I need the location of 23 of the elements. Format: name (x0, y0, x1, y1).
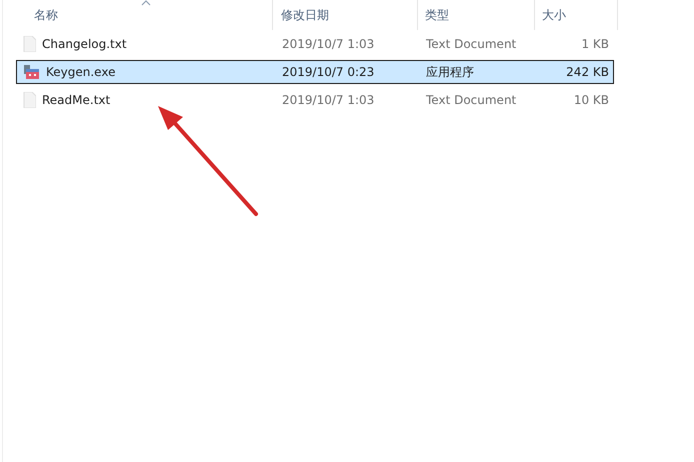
file-size: 242 KB (565, 65, 610, 79)
file-row[interactable]: Keygen.exe 2019/10/7 0:23 应用程序 242 KB (16, 60, 614, 84)
sort-caret-icon (141, 0, 151, 6)
modified-date: 2019/10/7 0:23 (281, 65, 376, 79)
file-size: 1 KB (580, 37, 610, 51)
column-header[interactable]: 类型 (418, 0, 535, 30)
file-type: Text Document (425, 37, 518, 51)
file-type: 应用程序 (425, 64, 475, 80)
file-name: ReadMe.txt (42, 93, 110, 107)
file-row[interactable]: ReadMe.txt 2019/10/7 1:03 Text Document 10 KB (16, 88, 614, 112)
modified-date: 2019/10/7 1:03 (281, 37, 376, 51)
file-name: Changelog.txt (42, 37, 127, 51)
column-header[interactable]: 名称 (16, 0, 273, 30)
file-size: 10 KB (572, 93, 610, 107)
column-header[interactable]: 修改日期 (273, 0, 418, 30)
document-icon (23, 36, 36, 52)
file-row[interactable]: Changelog.txt 2019/10/7 1:03 Text Document 1 KB (16, 32, 614, 56)
column-header[interactable]: 大小 (535, 0, 618, 30)
document-icon (23, 92, 36, 108)
app-icon (23, 64, 40, 80)
file-name: Keygen.exe (46, 65, 116, 79)
modified-date: 2019/10/7 1:03 (281, 93, 376, 107)
file-type: Text Document (425, 93, 518, 107)
